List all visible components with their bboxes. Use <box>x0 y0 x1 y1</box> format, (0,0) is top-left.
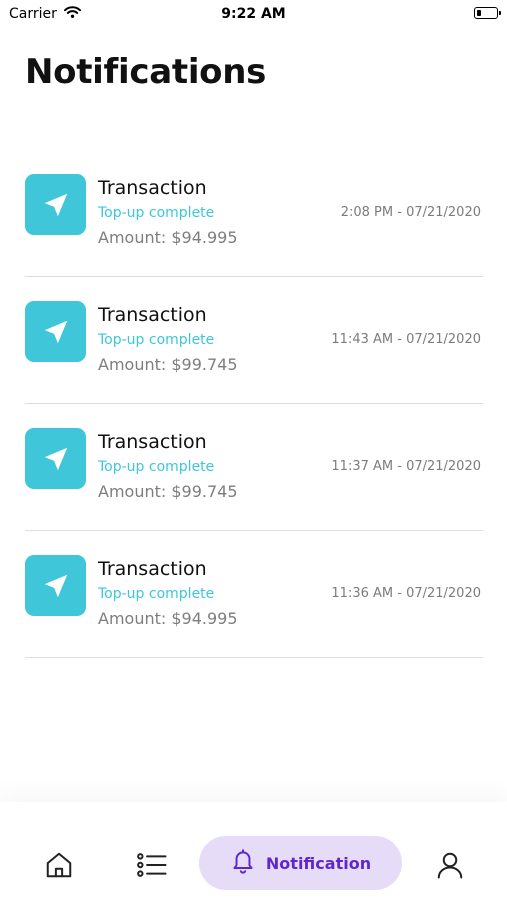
tab-bar: Notification <box>0 802 507 900</box>
page-title: Notifications <box>25 52 267 92</box>
tab-home[interactable] <box>39 847 79 887</box>
notification-amount: Amount: $99.745 <box>98 482 238 501</box>
notification-item[interactable]: Transaction Top-up complete Amount: $94.… <box>25 531 483 658</box>
notification-amount: Amount: $94.995 <box>98 609 238 628</box>
tab-list[interactable] <box>131 847 173 887</box>
home-icon <box>44 850 74 884</box>
notification-item[interactable]: Transaction Top-up complete Amount: $99.… <box>25 404 483 531</box>
tab-notification-label: Notification <box>265 853 372 873</box>
notification-amount: Amount: $99.745 <box>98 355 238 374</box>
send-icon <box>25 174 86 235</box>
notification-time: 2:08 PM - 07/21/2020 <box>340 205 481 220</box>
notification-title: Transaction <box>98 177 207 199</box>
send-icon <box>25 301 86 362</box>
send-icon <box>25 555 86 616</box>
notification-title: Transaction <box>98 304 207 326</box>
notification-title: Transaction <box>98 558 207 580</box>
battery-icon <box>474 7 501 19</box>
status-bar: Carrier 9:22 AM <box>0 0 507 28</box>
notification-title: Transaction <box>98 431 207 453</box>
notification-time: 11:37 AM - 07/21/2020 <box>331 459 481 474</box>
notification-amount: Amount: $94.995 <box>98 228 238 247</box>
notification-status: Top-up complete <box>98 332 215 348</box>
tab-notification[interactable]: Notification <box>199 836 402 890</box>
battery-level <box>476 9 481 16</box>
notification-item[interactable]: Transaction Top-up complete Amount: $99.… <box>25 277 483 404</box>
notification-time: 11:36 AM - 07/21/2020 <box>331 586 481 601</box>
bell-icon <box>230 847 256 879</box>
user-icon <box>435 850 465 884</box>
list-icon <box>136 850 168 884</box>
notification-status: Top-up complete <box>98 459 215 475</box>
notification-status: Top-up complete <box>98 205 215 221</box>
status-time: 9:22 AM <box>221 6 286 22</box>
notification-list: Transaction Top-up complete Amount: $94.… <box>25 150 483 658</box>
notification-status: Top-up complete <box>98 586 215 602</box>
notification-item[interactable]: Transaction Top-up complete Amount: $94.… <box>25 150 483 277</box>
tab-profile[interactable] <box>430 847 470 887</box>
notification-time: 11:43 AM - 07/21/2020 <box>331 332 481 347</box>
send-icon <box>25 428 86 489</box>
